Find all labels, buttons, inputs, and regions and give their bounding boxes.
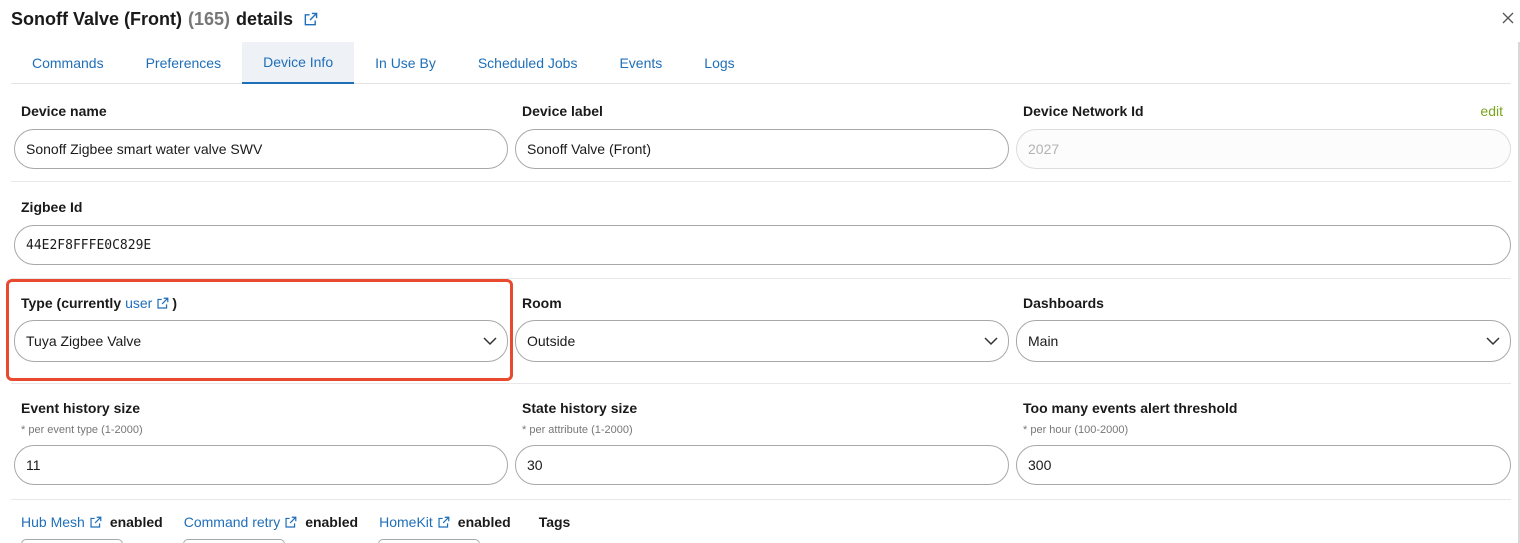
device-label-label: Device label: [522, 103, 603, 119]
alert-threshold-input[interactable]: 300: [1016, 445, 1511, 485]
title-suffix: details: [236, 8, 294, 29]
tab-preferences[interactable]: Preferences: [125, 42, 242, 84]
device-name-label: Device name: [21, 103, 107, 119]
command-retry-state: enabled: [305, 514, 359, 530]
type-select[interactable]: Tuya Zigbee Valve: [14, 320, 508, 362]
hub-mesh-item: Hub Mesh enabled: [21, 514, 163, 530]
device-id-count: (165): [188, 8, 231, 29]
external-link-icon[interactable]: [284, 516, 297, 529]
section-divider: [11, 499, 1511, 500]
section-divider: [11, 278, 1511, 279]
command-retry-item: Command retry enabled: [184, 514, 358, 530]
dashboards-select-value: Main: [1028, 333, 1059, 349]
dialog-title: Sonoff Valve (Front) (165) details: [11, 6, 318, 32]
chevron-down-icon: [483, 336, 497, 346]
room-select-value: Outside: [527, 333, 576, 349]
homekit-state: enabled: [457, 514, 511, 530]
state-history-input[interactable]: 30: [515, 445, 1009, 485]
device-label-input[interactable]: Sonoff Valve (Front): [515, 129, 1009, 169]
type-user-link[interactable]: user: [125, 295, 152, 311]
homekit-item: HomeKit enabled: [379, 514, 511, 530]
tab-device-info[interactable]: Device Info: [242, 42, 355, 84]
hub-mesh-toggle[interactable]: [21, 539, 123, 543]
external-link-icon[interactable]: [156, 297, 169, 310]
chevron-down-icon: [1486, 336, 1500, 346]
alert-threshold-label: Too many events alert threshold: [1023, 400, 1238, 416]
device-network-id-input: 2027: [1016, 129, 1511, 169]
dashboards-label: Dashboards: [1023, 295, 1104, 311]
command-retry-toggle[interactable]: [183, 539, 285, 543]
dashboards-select[interactable]: Main: [1016, 320, 1511, 362]
state-history-hint: * per attribute (1-2000): [522, 424, 633, 436]
hub-mesh-link[interactable]: Hub Mesh: [21, 514, 85, 530]
tab-logs[interactable]: Logs: [683, 42, 755, 84]
homekit-link[interactable]: HomeKit: [379, 514, 433, 530]
hub-mesh-state: enabled: [109, 514, 163, 530]
chevron-down-icon: [984, 336, 998, 346]
tab-events[interactable]: Events: [598, 42, 683, 84]
zigbee-id-label: Zigbee Id: [21, 199, 83, 215]
network-id-edit-link[interactable]: edit: [1480, 103, 1503, 119]
tab-in-use-by[interactable]: In Use By: [354, 42, 457, 84]
section-divider: [11, 383, 1511, 384]
event-history-hint: * per event type (1-2000): [21, 424, 143, 436]
features-row: Hub Mesh enabled Command retry enabled H…: [21, 514, 570, 530]
alert-threshold-hint: * per hour (100-2000): [1023, 424, 1129, 436]
command-retry-link[interactable]: Command retry: [184, 514, 280, 530]
room-label: Room: [522, 295, 562, 311]
tab-scheduled-jobs[interactable]: Scheduled Jobs: [457, 42, 599, 84]
type-label-prefix: Type (currently: [21, 295, 122, 311]
external-link-icon[interactable]: [303, 12, 318, 27]
device-title-name: Sonoff Valve (Front): [11, 8, 182, 29]
tab-commands[interactable]: Commands: [11, 42, 125, 84]
device-network-id-label: Device Network Id: [1023, 103, 1144, 119]
zigbee-id-input[interactable]: 44E2F8FFFE0C829E: [14, 225, 1511, 265]
type-label: Type (currently user ): [21, 295, 177, 311]
close-icon[interactable]: [1498, 8, 1518, 28]
state-history-label: State history size: [522, 400, 638, 416]
external-link-icon[interactable]: [89, 516, 102, 529]
external-link-icon[interactable]: [437, 516, 450, 529]
device-name-input[interactable]: Sonoff Zigbee smart water valve SWV: [14, 129, 508, 169]
homekit-toggle[interactable]: [378, 539, 480, 543]
event-history-input[interactable]: 11: [14, 445, 508, 485]
type-select-value: Tuya Zigbee Valve: [26, 333, 142, 349]
tags-label: Tags: [538, 514, 571, 530]
event-history-label: Event history size: [21, 400, 141, 416]
room-select[interactable]: Outside: [515, 320, 1009, 362]
tab-bar: Commands Preferences Device Info In Use …: [11, 42, 1511, 84]
section-divider: [11, 181, 1511, 182]
type-label-suffix: ): [172, 295, 178, 311]
